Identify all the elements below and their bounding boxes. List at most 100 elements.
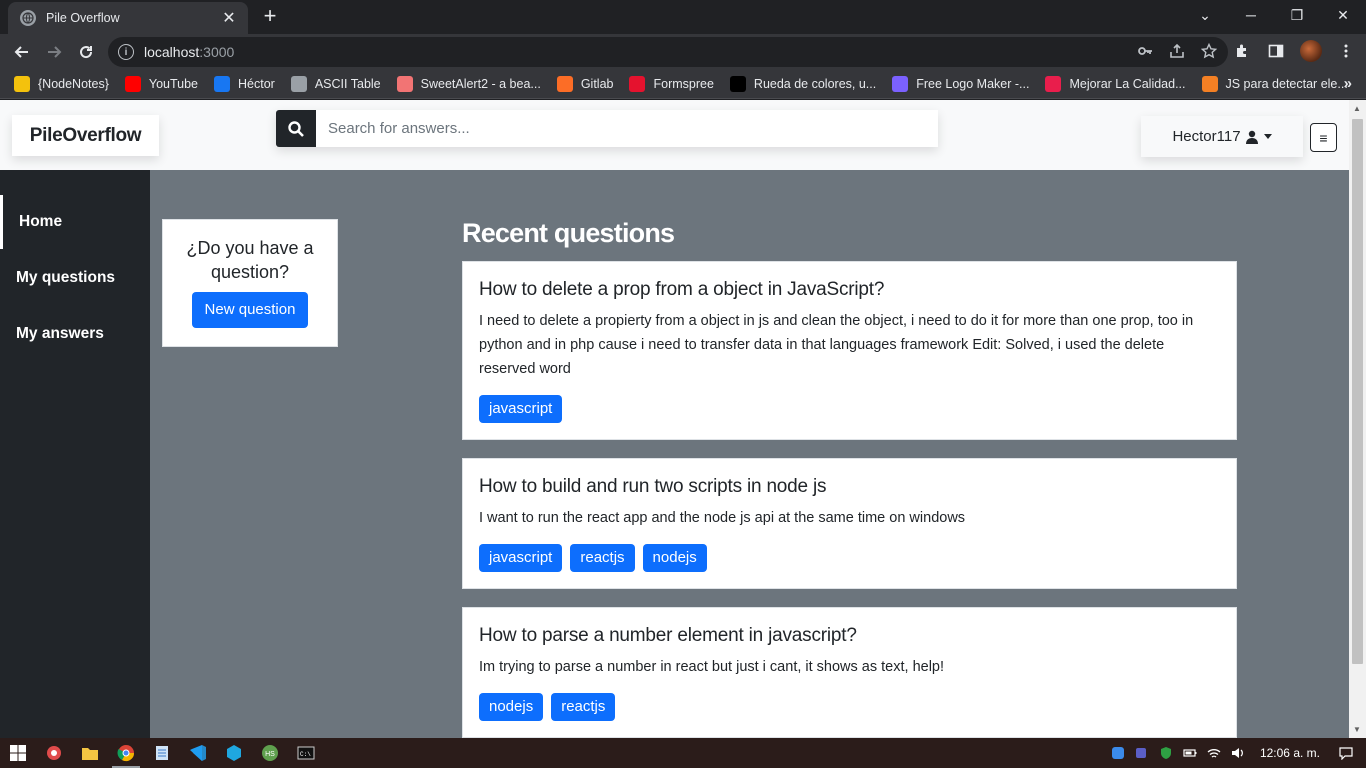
key-icon[interactable] <box>1136 42 1154 60</box>
tag-badge[interactable]: javascript <box>479 544 563 572</box>
search-input[interactable] <box>316 110 938 147</box>
battery-icon[interactable] <box>1182 745 1198 761</box>
bookmark-item[interactable]: ASCII Table <box>290 76 381 92</box>
close-window-button[interactable]: ✕ <box>1320 0 1366 30</box>
tab-title: Pile Overflow <box>46 11 120 25</box>
new-tab-button[interactable]: + <box>258 5 282 29</box>
tag-badge[interactable]: nodejs <box>642 544 707 572</box>
question-card[interactable]: How to parse a number element in javascr… <box>462 607 1237 738</box>
brand-logo[interactable]: PileOverflow <box>12 115 159 156</box>
bookmark-item[interactable]: Gitlab <box>556 76 613 92</box>
question-title[interactable]: How to delete a prop from a object in Ja… <box>479 277 1220 303</box>
sidebar-item-my-questions[interactable]: My questions <box>0 251 150 305</box>
bookmark-favicon-icon <box>214 76 231 92</box>
terminal-icon[interactable]: C:\ <box>288 738 324 768</box>
new-question-button[interactable]: New question <box>191 292 309 328</box>
vscode-icon[interactable] <box>180 738 216 768</box>
bookmark-item[interactable]: Héctor <box>214 76 275 92</box>
notifications-icon[interactable] <box>1338 745 1354 761</box>
question-body: I need to delete a propierty from a obje… <box>479 313 1194 377</box>
bookmark-favicon-icon <box>892 76 909 92</box>
scroll-thumb[interactable] <box>1352 119 1363 664</box>
vertical-scrollbar[interactable]: ▲ ▼ <box>1349 100 1366 738</box>
bookmark-favicon-icon <box>14 76 30 92</box>
tab-search-icon[interactable]: ⌄ <box>1182 0 1228 30</box>
question-tags: nodejs reactjs <box>479 693 1220 721</box>
svg-text:HS: HS <box>265 751 275 758</box>
bookmark-favicon-icon <box>1045 76 1062 92</box>
bookmark-item[interactable]: Free Logo Maker -... <box>892 76 1029 92</box>
tag-badge[interactable]: reactjs <box>570 544 635 572</box>
ask-question-card: ¿Do you have a question? New question <box>162 219 338 347</box>
site-info-icon[interactable]: i <box>118 44 134 60</box>
bookmark-item[interactable]: {NodeNotes} <box>14 76 109 92</box>
address-bar[interactable]: i localhost:3000 <box>108 37 1228 67</box>
browser-tab[interactable]: Pile Overflow ✕ <box>8 2 248 34</box>
bookmark-favicon-icon <box>124 76 141 92</box>
bookmarks-bar: {NodeNotes} YouTube Héctor ASCII Table Sweet… <box>0 70 1366 99</box>
bookmark-item[interactable]: Formspree <box>629 76 714 92</box>
reload-button[interactable] <box>74 40 98 64</box>
system-clock[interactable]: 12:06 a. m. <box>1260 746 1320 760</box>
bookmark-label: Free Logo Maker -... <box>916 77 1030 91</box>
bookmark-item[interactable]: Mejorar La Calidad... <box>1045 76 1186 92</box>
search-button[interactable] <box>276 110 316 147</box>
question-body: I want to run the react app and the node… <box>479 510 966 526</box>
username: Hector117 <box>1172 128 1241 145</box>
share-icon[interactable] <box>1168 42 1186 60</box>
question-title[interactable]: How to build and run two scripts in node… <box>479 474 1220 500</box>
star-icon[interactable] <box>1200 42 1218 60</box>
bookmark-favicon-icon <box>1201 76 1218 92</box>
user-icon <box>1245 130 1258 144</box>
bookmark-label: {NodeNotes} <box>38 77 109 91</box>
bookmark-item[interactable]: JS para detectar ele... <box>1201 76 1348 92</box>
close-tab-icon[interactable]: ✕ <box>220 8 238 28</box>
app-icon[interactable] <box>36 738 72 768</box>
bookmark-label: Mejorar La Calidad... <box>1069 77 1186 91</box>
bookmark-item[interactable]: YouTube <box>124 76 198 92</box>
question-title[interactable]: How to parse a number element in javascr… <box>479 623 1220 649</box>
bookmark-label: JS para detectar ele... <box>1225 77 1348 91</box>
sidebar-item-my-answers[interactable]: My answers <box>0 307 150 361</box>
user-dropdown[interactable]: Hector117 <box>1141 116 1303 157</box>
menu-toggle-button[interactable]: ≡ <box>1310 123 1337 152</box>
bookmark-item[interactable]: SweetAlert2 - a bea... <box>396 76 541 92</box>
profile-avatar[interactable] <box>1300 40 1322 62</box>
forward-button[interactable] <box>42 40 66 64</box>
tag-badge[interactable]: reactjs <box>551 693 616 721</box>
bookmark-label: Héctor <box>238 77 275 91</box>
extensions-icon[interactable] <box>1232 40 1252 62</box>
tag-badge[interactable]: javascript <box>479 395 563 423</box>
file-explorer-icon[interactable] <box>72 738 108 768</box>
notepad-icon[interactable] <box>144 738 180 768</box>
wifi-icon[interactable] <box>1206 745 1222 761</box>
bookmark-item[interactable]: Rueda de colores, u... <box>729 76 876 92</box>
chrome-menu-icon[interactable] <box>1336 40 1356 62</box>
scroll-down-icon[interactable]: ▼ <box>1353 725 1361 734</box>
tag-badge[interactable]: nodejs <box>479 693 544 721</box>
chrome-icon[interactable] <box>108 738 144 768</box>
svg-text:C:\: C:\ <box>300 751 311 758</box>
question-card[interactable]: How to build and run two scripts in node… <box>462 458 1237 589</box>
app-icon[interactable] <box>216 738 252 768</box>
windows-taskbar: HS C:\ 12:06 a. m. <box>0 738 1366 768</box>
app-tray-icon[interactable] <box>1110 745 1126 761</box>
url-port: :3000 <box>199 44 235 60</box>
bookmarks-overflow-icon[interactable]: » <box>1344 75 1352 92</box>
app-icon[interactable]: HS <box>252 738 288 768</box>
question-card[interactable]: How to delete a prop from a object in Ja… <box>462 261 1237 440</box>
sidebar: Home My questions My answers <box>0 170 150 738</box>
security-shield-icon[interactable] <box>1158 745 1174 761</box>
page-viewport: PileOverflow Hector117 ≡ Home My questio… <box>0 100 1349 738</box>
restore-button[interactable]: ❐ <box>1274 0 1320 30</box>
page-title: Recent questions <box>462 218 675 248</box>
volume-icon[interactable] <box>1230 745 1246 761</box>
bookmark-label: Formspree <box>653 77 714 91</box>
scroll-up-icon[interactable]: ▲ <box>1353 104 1361 113</box>
back-button[interactable] <box>10 40 34 64</box>
windows-start-icon[interactable] <box>0 738 36 768</box>
teams-icon[interactable] <box>1134 745 1150 761</box>
side-panel-icon[interactable] <box>1266 40 1286 62</box>
sidebar-item-home[interactable]: Home <box>0 195 150 249</box>
minimize-button[interactable]: ─ <box>1228 0 1274 30</box>
